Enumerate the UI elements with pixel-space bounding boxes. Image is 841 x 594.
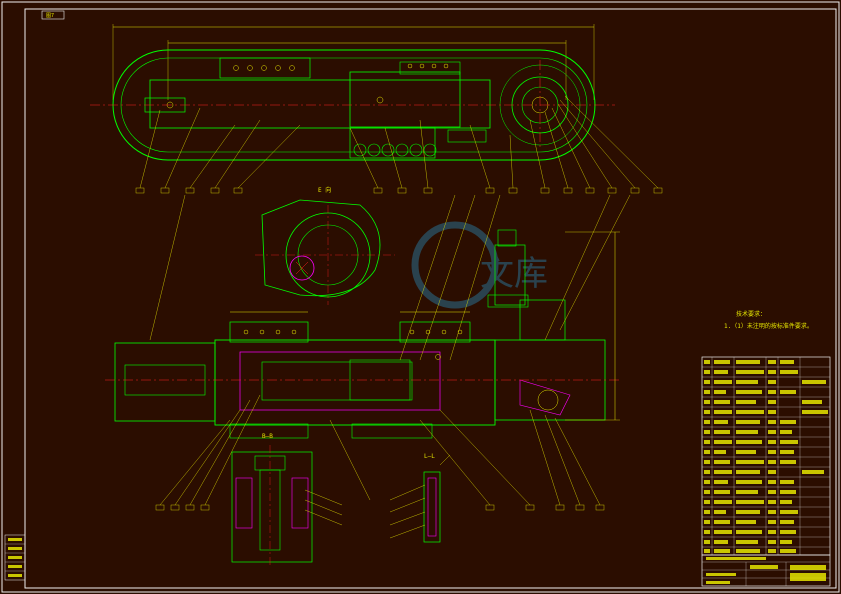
svg-text:技术要求：: 技术要求： bbox=[736, 310, 766, 318]
section-l-l: L—L bbox=[389, 453, 451, 543]
svg-text:图7: 图7 bbox=[46, 13, 54, 19]
svg-text:L—L: L—L bbox=[424, 453, 435, 460]
section-b-b: B—B bbox=[231, 433, 343, 568]
watermark-logo: 文库 bbox=[411, 221, 548, 309]
title-block bbox=[701, 554, 831, 587]
svg-text:E 向: E 向 bbox=[318, 186, 331, 194]
cad-drawing-sheet: 图7 E 向 文库 B—B L—L 技术要求： 1.（1）未注明的按标准件要求。 bbox=[0, 0, 841, 594]
drawing-canvas: 图7 E 向 文库 B—B L—L 技术要求： 1.（1）未注明的按标准件要求。 bbox=[1, 1, 840, 593]
watermark-text: 文库 bbox=[480, 254, 548, 294]
main-section-view bbox=[105, 194, 631, 511]
parts-list-table bbox=[701, 356, 831, 556]
outer-border bbox=[1, 1, 840, 593]
e-direction-detail-view: E 向 bbox=[255, 186, 395, 305]
technical-requirements: 技术要求： 1.（1）未注明的按标准件要求。 bbox=[724, 310, 813, 330]
svg-text:1.（1）未注明的按标准件要求。: 1.（1）未注明的按标准件要求。 bbox=[724, 322, 813, 330]
crawler-track-top-view bbox=[90, 24, 663, 194]
side-stamp-strip bbox=[4, 534, 26, 581]
corner-tag: 图7 bbox=[41, 10, 65, 20]
svg-text:B—B: B—B bbox=[262, 433, 273, 440]
